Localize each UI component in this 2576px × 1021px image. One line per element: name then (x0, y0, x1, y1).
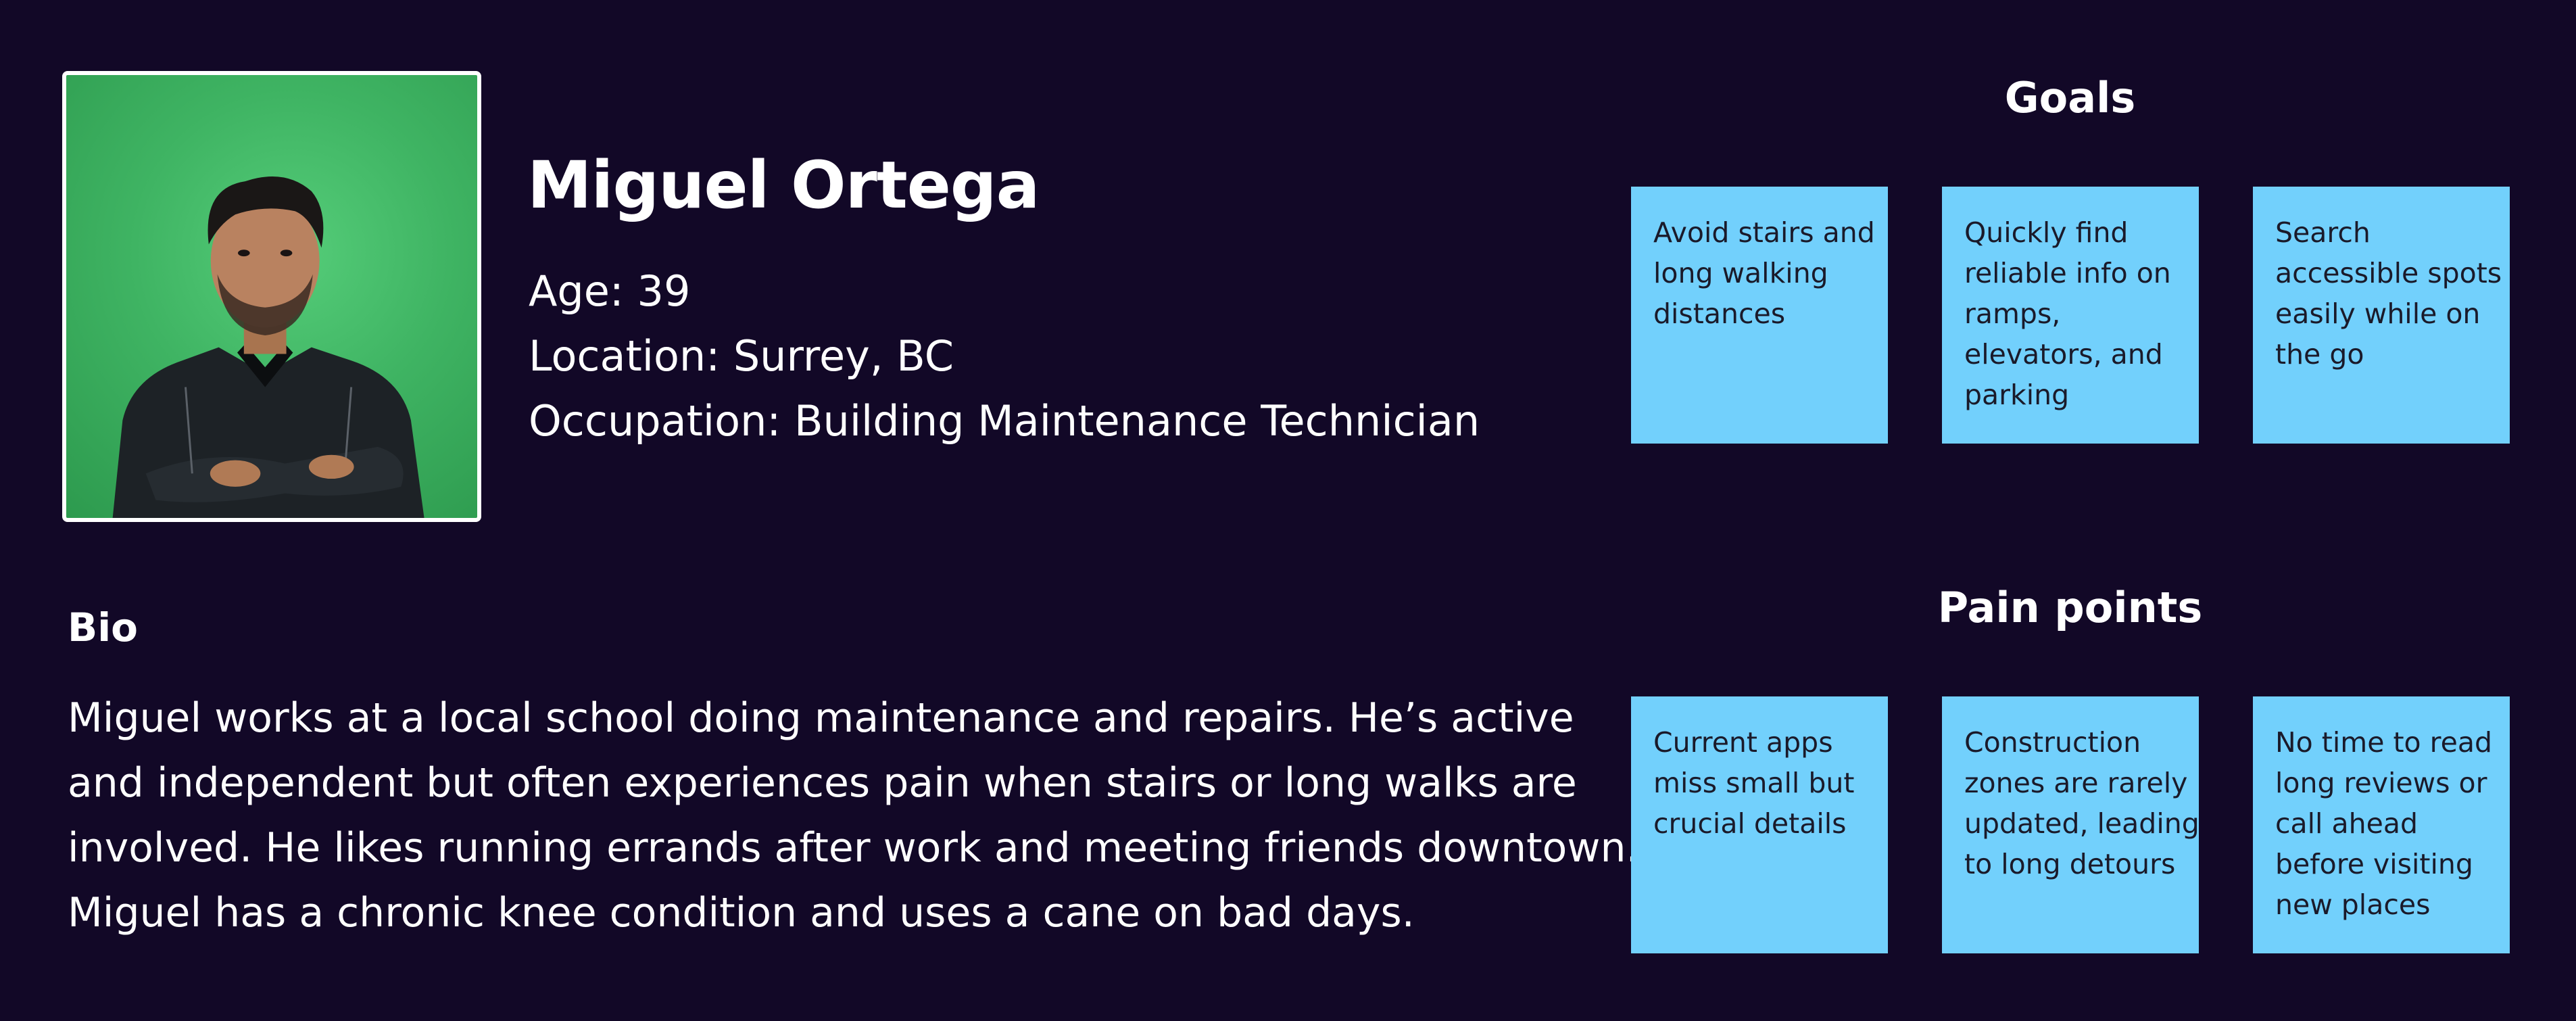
pain-point-note: Current apps miss small but crucial deta… (1631, 696, 1888, 953)
pain-point-note: No time to read long reviews or call ahe… (2253, 696, 2510, 953)
note-line: long reviews or (2275, 767, 2487, 799)
age-label: Age: (529, 266, 637, 316)
note-line: accessible spots (2275, 257, 2502, 289)
note-line: call ahead (2275, 807, 2418, 840)
bio-line: involved. He likes running errands after… (68, 824, 1639, 872)
bio-text: Miguel works at a local school doing mai… (68, 686, 1639, 945)
pain-point-note: Construction zones are rarely updated, l… (1942, 696, 2200, 953)
persona-occupation: Occupation: Building Maintenance Technic… (529, 396, 1480, 446)
age-value: 39 (637, 266, 691, 316)
location-value: Surrey, BC (733, 331, 954, 381)
note-line: long walking (1653, 257, 1828, 289)
note-line: miss small but (1653, 767, 1855, 799)
note-line: the go (2275, 338, 2364, 371)
goals-title: Goals (2004, 73, 2136, 122)
note-line: Construction (1964, 726, 2141, 759)
note-line: distances (1653, 298, 1786, 330)
note-line: crucial details (1653, 807, 1847, 840)
note-line: ramps, (1964, 298, 2061, 330)
occupation-label: Occupation: (529, 396, 794, 446)
note-line: updated, leading (1964, 807, 2200, 840)
note-line: zones are rarely (1964, 767, 2188, 799)
goal-note: Avoid stairs and long walking distances (1631, 187, 1888, 444)
bio-line: Miguel has a chronic knee condition and … (68, 889, 1415, 936)
note-line: parking (1964, 379, 2070, 411)
pain-points-notes: Current apps miss small but crucial deta… (1631, 696, 2510, 953)
note-line: No time to read (2275, 726, 2492, 759)
note-line: Avoid stairs and (1653, 216, 1875, 249)
note-line: easily while on (2275, 298, 2481, 330)
note-line: Search (2275, 216, 2371, 249)
goal-note: Quickly find reliable info on ramps, ele… (1942, 187, 2199, 444)
location-label: Location: (529, 331, 733, 381)
note-line: to long detours (1964, 848, 2176, 880)
note-line: new places (2275, 888, 2431, 921)
persona-age: Age: 39 (529, 266, 690, 316)
note-line: elevators, and (1964, 338, 2163, 371)
note-line: Current apps (1653, 726, 1833, 759)
bio-heading: Bio (68, 604, 138, 650)
bio-line: Miguel works at a local school doing mai… (68, 694, 1574, 742)
note-line: reliable info on (1964, 257, 2171, 289)
profile-photo (62, 71, 481, 522)
note-line: Quickly find (1964, 216, 2129, 249)
portrait-icon (112, 176, 424, 518)
persona-name: Miguel Ortega (527, 147, 1040, 223)
pain-points-title: Pain points (1937, 583, 2203, 632)
note-line: before visiting (2275, 848, 2473, 880)
occupation-value: Building Maintenance Technician (794, 396, 1480, 446)
goals-notes: Avoid stairs and long walking distances … (1631, 187, 2510, 444)
goal-note: Search accessible spots easily while on … (2253, 187, 2510, 444)
bio-line: and independent but often experiences pa… (68, 759, 1577, 807)
persona-location: Location: Surrey, BC (529, 331, 954, 381)
